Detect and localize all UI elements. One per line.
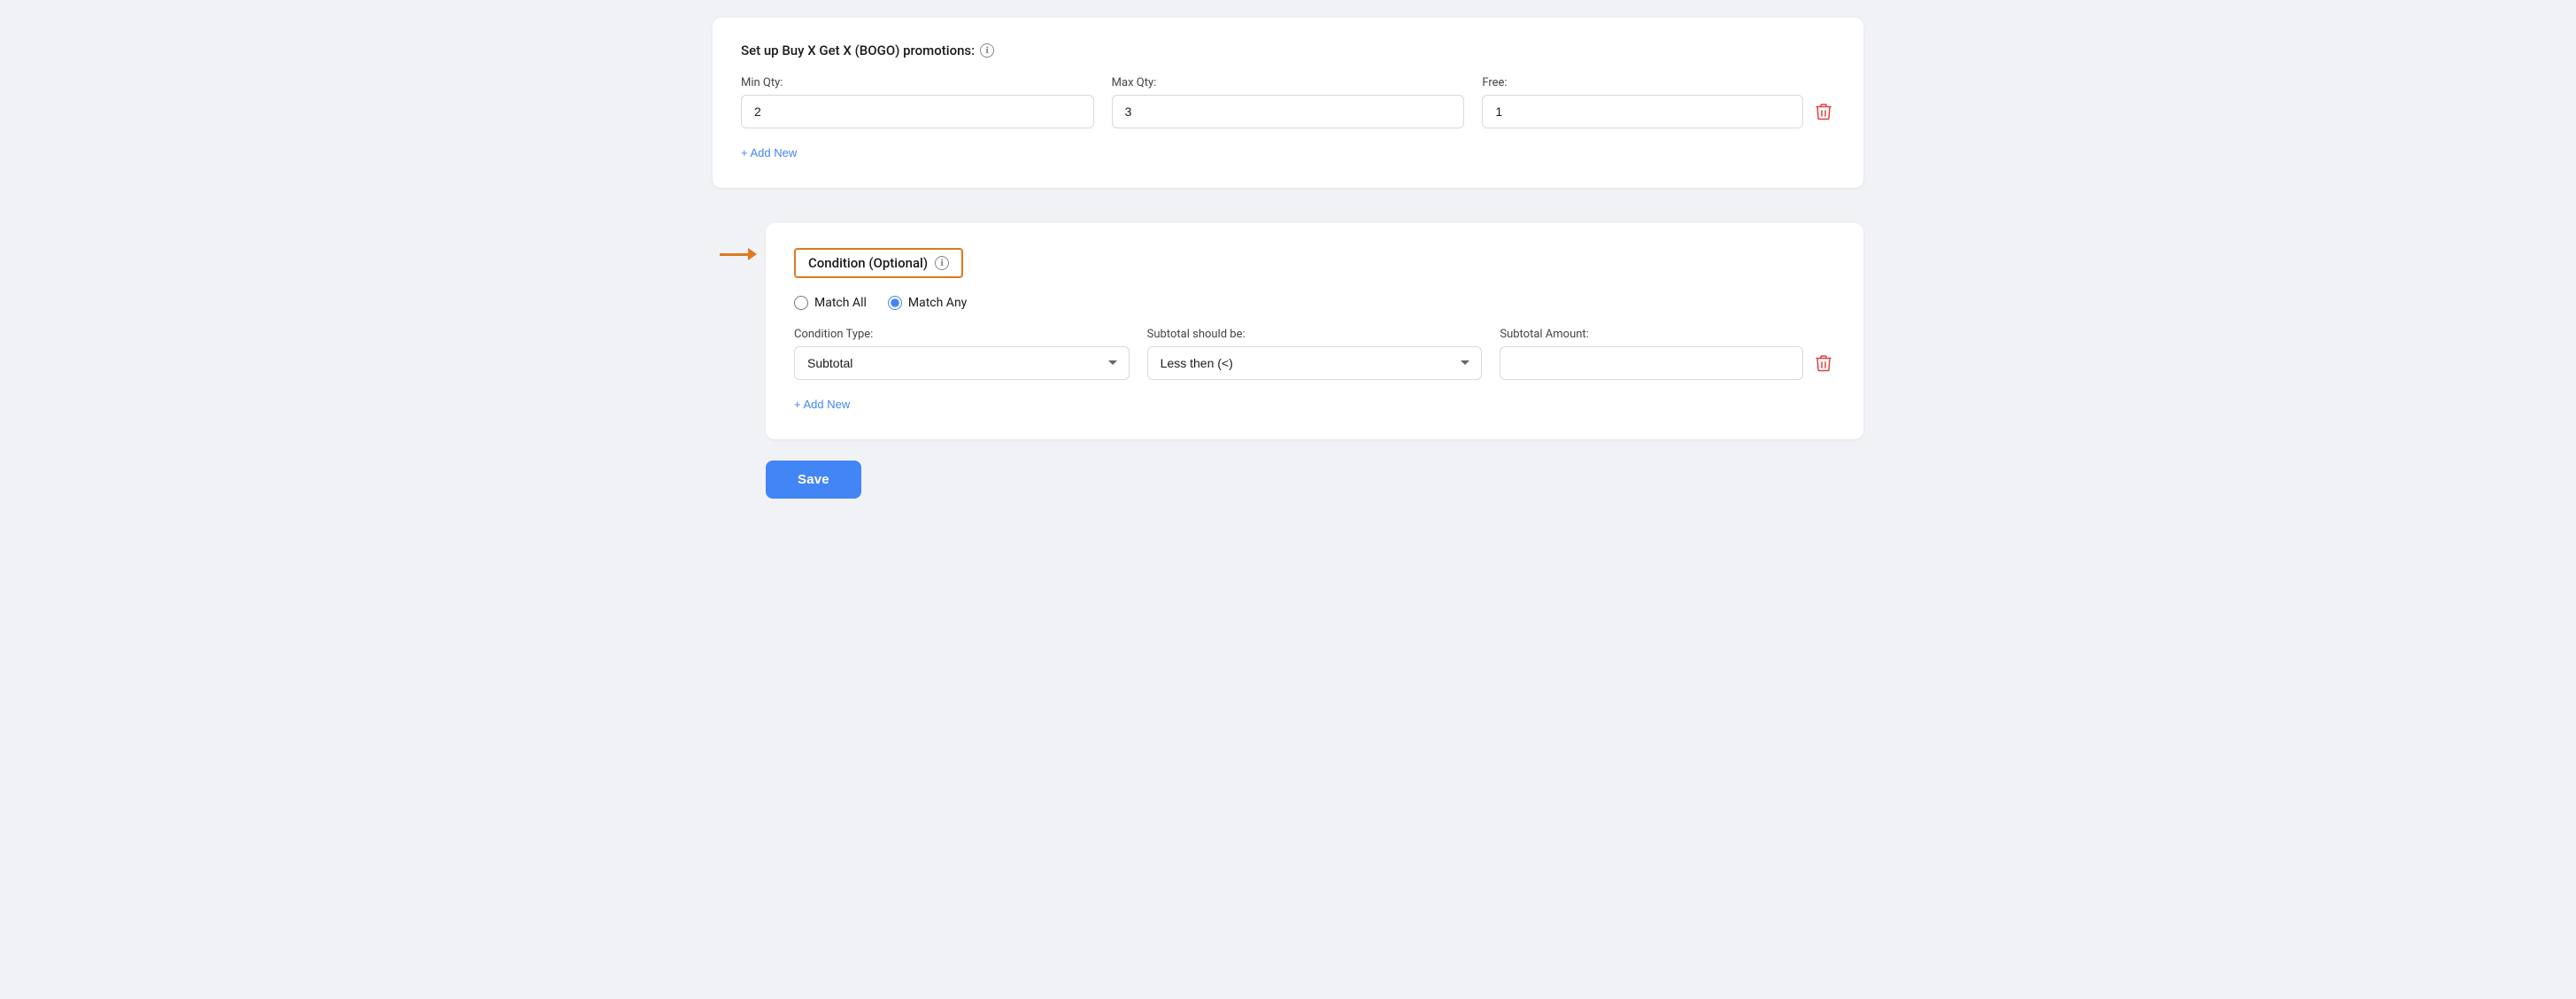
match-all-label-text: Match All	[814, 296, 867, 310]
arrow-indicator	[720, 248, 757, 260]
condition-add-new-button[interactable]: + Add New	[794, 394, 850, 414]
save-button[interactable]: Save	[766, 461, 861, 499]
bogo-info-icon: ℹ	[980, 43, 994, 58]
bogo-title-text: Set up Buy X Get X (BOGO) promotions:	[741, 43, 975, 58]
match-radio-group: Match All Match Any	[794, 296, 1835, 310]
min-qty-label: Min Qty:	[741, 76, 1094, 89]
condition-fields-row: Condition Type: Subtotal Quantity Produc…	[794, 328, 1835, 380]
max-qty-label: Max Qty:	[1112, 76, 1465, 89]
condition-type-field: Condition Type: Subtotal Quantity Produc…	[794, 328, 1130, 380]
bogo-fields-row: Min Qty: Max Qty: Free:	[741, 76, 1835, 128]
free-delete-button[interactable]	[1812, 99, 1835, 124]
match-any-radio[interactable]	[888, 296, 902, 310]
condition-title-box: Condition (Optional) ℹ	[794, 248, 963, 278]
free-input[interactable]	[1482, 95, 1803, 128]
bogo-add-new-button[interactable]: + Add New	[741, 143, 797, 163]
subtotal-amount-field: Subtotal Amount:	[1500, 328, 1835, 380]
subtotal-delete-button[interactable]	[1812, 351, 1835, 376]
bogo-title: Set up Buy X Get X (BOGO) promotions: ℹ	[741, 43, 1835, 58]
condition-section: Condition (Optional) ℹ Match All Match A…	[766, 223, 1863, 439]
trash-icon-condition	[1816, 354, 1832, 372]
free-field: Free:	[1482, 76, 1835, 128]
condition-header: Condition (Optional) ℹ	[794, 248, 1835, 278]
save-label-text: Save	[798, 472, 829, 487]
free-label: Free:	[1482, 76, 1835, 89]
match-all-radio-label[interactable]: Match All	[794, 296, 867, 310]
subtotal-amount-field-with-delete	[1500, 346, 1835, 380]
min-qty-field: Min Qty:	[741, 76, 1094, 128]
subtotal-amount-input[interactable]	[1500, 346, 1803, 380]
match-any-radio-label[interactable]: Match Any	[888, 296, 967, 310]
condition-card: Condition (Optional) ℹ Match All Match A…	[766, 223, 1863, 439]
arrow-head	[748, 248, 757, 260]
max-qty-field: Max Qty:	[1112, 76, 1465, 128]
condition-type-select[interactable]: Subtotal Quantity Product	[794, 346, 1130, 380]
condition-type-label: Condition Type:	[794, 328, 1130, 341]
arrow-line	[720, 253, 748, 256]
subtotal-should-be-select[interactable]: Less then (<) Greater than (>) Equal to …	[1147, 346, 1483, 380]
subtotal-amount-label: Subtotal Amount:	[1500, 328, 1835, 341]
page-wrapper: Set up Buy X Get X (BOGO) promotions: ℹ …	[713, 18, 1863, 499]
bogo-add-new-label: + Add New	[741, 146, 797, 159]
condition-info-icon: ℹ	[935, 256, 949, 270]
save-button-wrapper: Save	[766, 461, 1863, 499]
max-qty-input[interactable]	[1112, 95, 1465, 128]
subtotal-should-be-field: Subtotal should be: Less then (<) Greate…	[1147, 328, 1483, 380]
subtotal-should-be-label: Subtotal should be:	[1147, 328, 1483, 341]
condition-title-text: Condition (Optional)	[808, 255, 928, 271]
trash-icon	[1816, 103, 1832, 120]
bogo-card: Set up Buy X Get X (BOGO) promotions: ℹ …	[713, 18, 1863, 188]
free-field-with-delete	[1482, 95, 1835, 128]
condition-add-new-label: + Add New	[794, 398, 850, 411]
min-qty-input[interactable]	[741, 95, 1094, 128]
match-all-radio[interactable]	[794, 296, 808, 310]
match-any-label-text: Match Any	[908, 296, 967, 310]
